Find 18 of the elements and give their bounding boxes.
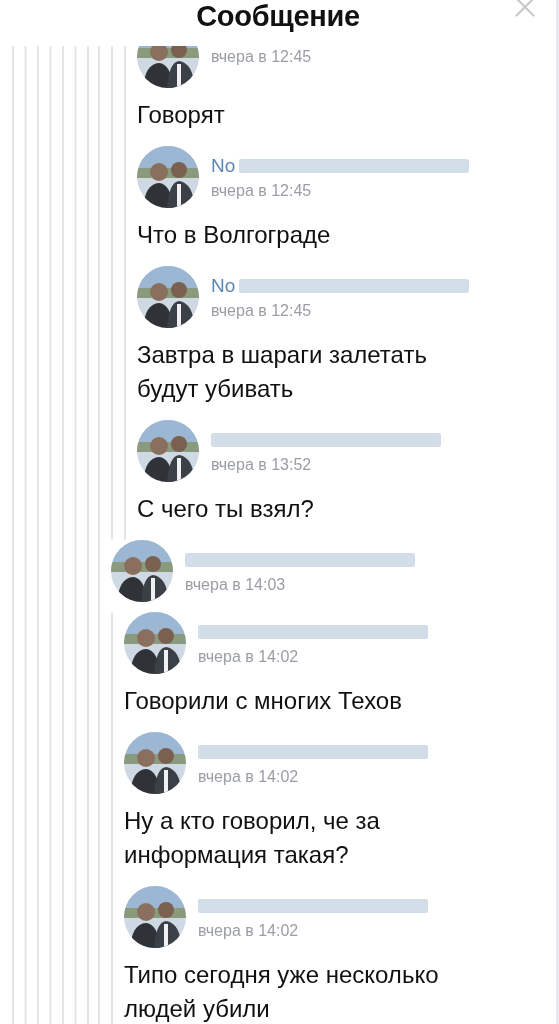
- message-text: Ну а кто говорил, че за информация такая?: [124, 806, 381, 870]
- message-time: вчера в 14:03: [185, 576, 287, 594]
- sender-name[interactable]: No: [211, 275, 236, 297]
- message-text: С чего ты взял?: [137, 494, 315, 524]
- message-text: Говорили с многих Техов: [124, 686, 403, 716]
- message-time: вчера в 12:45: [211, 302, 313, 320]
- message-time: вчера в 12:45: [211, 182, 313, 200]
- message-time: вчера в 14:02: [198, 768, 300, 786]
- message-time: вчера в 14:02: [198, 648, 300, 666]
- sender-name[interactable]: No: [211, 155, 236, 177]
- message-text: Типо сегодня уже несколько людей убили: [124, 960, 440, 1024]
- window-title: Сообщение: [196, 0, 360, 32]
- message-time: вчера в 14:02: [198, 922, 300, 940]
- message-time: вчера в 13:52: [211, 456, 313, 474]
- message-time: вчера в 12:45: [211, 48, 312, 66]
- message-text: Что в Волгограде: [137, 220, 332, 250]
- message-text: Говорят: [137, 100, 226, 130]
- message-text: Завтра в шараги залетать будут убивать: [137, 340, 428, 404]
